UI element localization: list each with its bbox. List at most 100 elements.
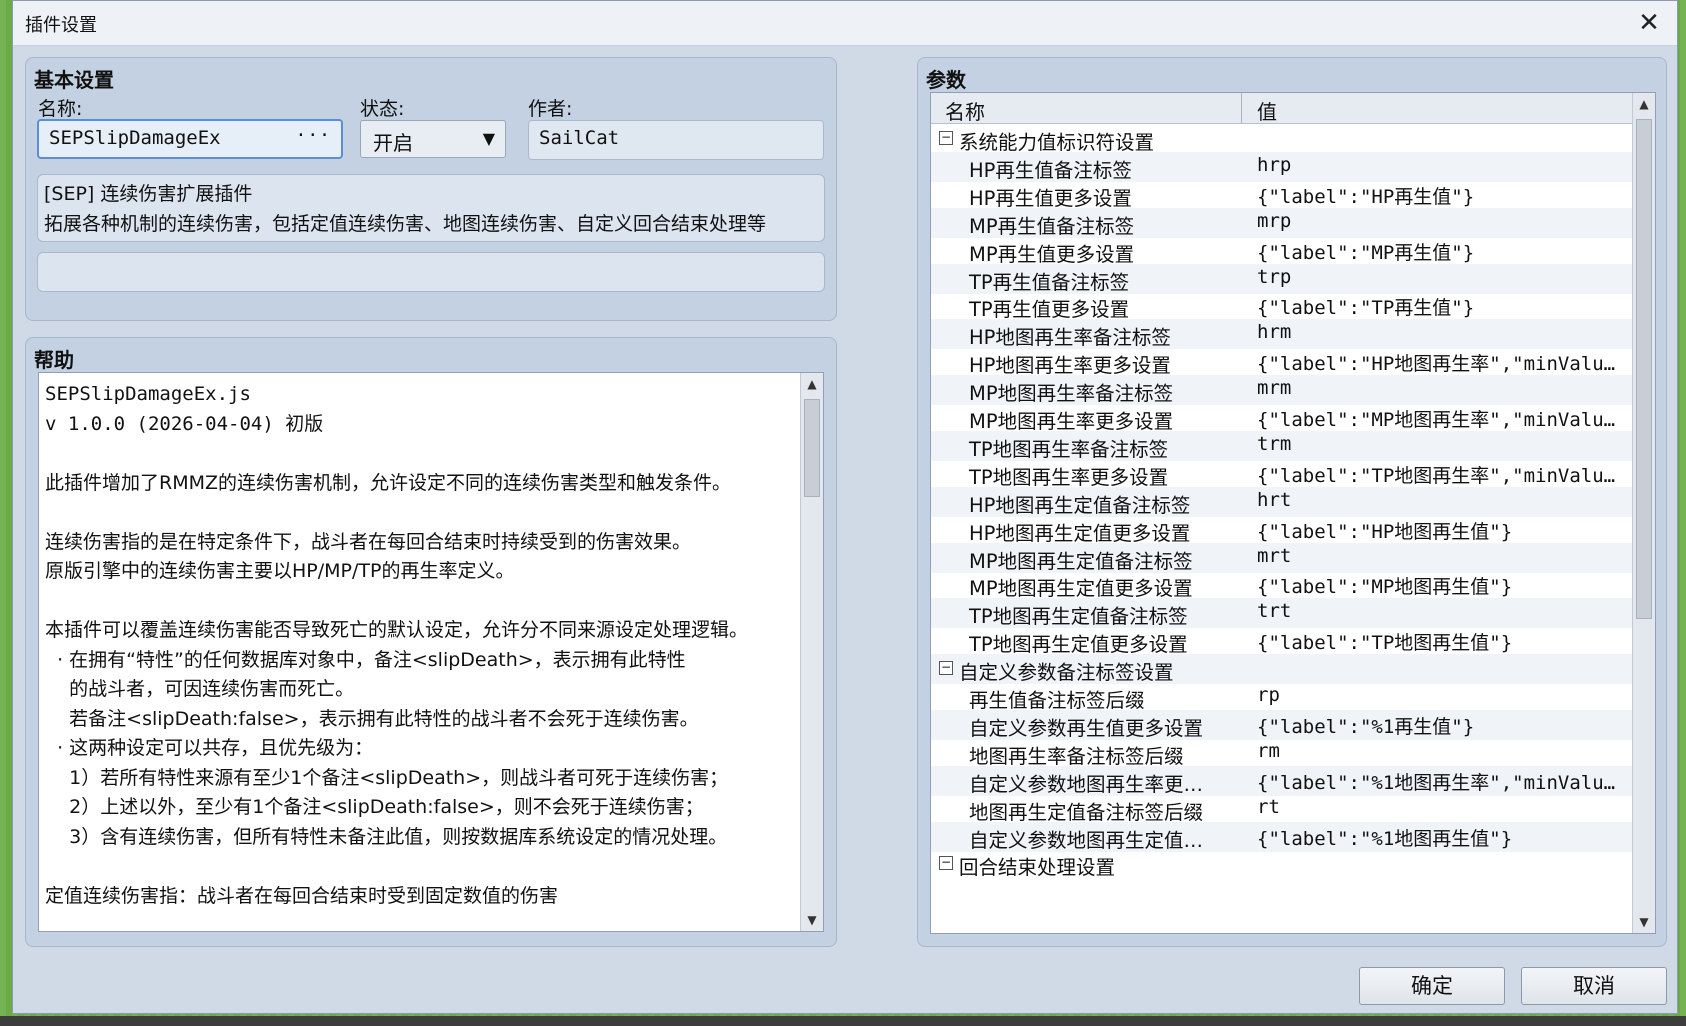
minus-icon[interactable]: − bbox=[939, 131, 953, 145]
name-more-button[interactable]: ··· bbox=[295, 125, 331, 146]
param-name: 地图再生率备注标签后缀 bbox=[969, 744, 1184, 768]
param-row[interactable]: 自定义参数再生值更多设置 {"label":"%1再生值"} bbox=[931, 709, 1634, 740]
param-name: 地图再生定值备注标签后缀 bbox=[969, 800, 1204, 824]
param-row[interactable]: HP地图再生定值更多设置 {"label":"HP地图再生值"} bbox=[931, 515, 1634, 545]
param-value: {"label":"TP地图再生率","minValu… bbox=[1257, 464, 1616, 487]
param-name: HP地图再生率备注标签 bbox=[969, 326, 1171, 350]
help-line bbox=[45, 851, 793, 881]
close-icon[interactable]: ✕ bbox=[1633, 7, 1665, 39]
param-row[interactable]: 地图再生定值备注标签后缀 rt bbox=[931, 794, 1634, 824]
param-group-row[interactable]: − 回合结束处理设置 bbox=[931, 849, 1634, 879]
param-name: 自定义参数地图再生率更… bbox=[969, 772, 1204, 796]
help-line bbox=[45, 438, 793, 468]
param-row[interactable]: HP地图再生率备注标签 hrm bbox=[931, 319, 1634, 350]
param-row[interactable]: HP再生值更多设置 {"label":"HP再生值"} bbox=[931, 180, 1634, 210]
help-scroll-thumb[interactable] bbox=[804, 399, 820, 497]
name-field[interactable]: SEPSlipDamageEx ··· bbox=[37, 119, 343, 159]
param-row[interactable]: MP地图再生率更多设置 {"label":"MP地图再生率","minValu… bbox=[931, 403, 1634, 433]
empty-field[interactable] bbox=[37, 252, 825, 292]
params-group: 参数 名称 值 − 系统能力值标识符设置 HP再生值备注标签 hrp HP再生值更多设置… bbox=[917, 57, 1667, 947]
param-row[interactable]: TP再生值备注标签 trp bbox=[931, 263, 1634, 294]
help-scrollbar[interactable]: ▲ ▼ bbox=[800, 373, 823, 931]
params-scroll-thumb[interactable] bbox=[1636, 119, 1652, 619]
param-value: hrm bbox=[1257, 321, 1292, 344]
param-name: TP再生值备注标签 bbox=[969, 270, 1130, 294]
param-row[interactable]: 地图再生率备注标签后缀 rm bbox=[931, 738, 1634, 768]
param-row[interactable]: MP地图再生率备注标签 mrm bbox=[931, 375, 1634, 406]
name-value: SEPSlipDamageEx bbox=[49, 127, 221, 149]
down-arrow-icon[interactable]: ▼ bbox=[1633, 911, 1655, 933]
status-label: 状态: bbox=[360, 98, 405, 120]
cancel-button[interactable]: 取消 bbox=[1521, 967, 1667, 1005]
status-select[interactable]: 开启 ▼ bbox=[360, 120, 506, 158]
param-row[interactable]: HP地图再生率更多设置 {"label":"HP地图再生率","minValu… bbox=[931, 347, 1634, 377]
param-row[interactable]: MP地图再生定值更多设置 {"label":"MP地图再生值"} bbox=[931, 570, 1634, 600]
help-line: 若备注<slipDeath:false>，表示拥有此特性的战斗者不会死于连续伤害… bbox=[45, 707, 699, 730]
help-text-area[interactable]: SEPSlipDamageEx.js v 1.0.0 (2026-04-04) 初… bbox=[38, 372, 824, 932]
minus-icon[interactable]: − bbox=[939, 661, 953, 676]
param-row[interactable]: MP再生值更多设置 {"label":"MP再生值"} bbox=[931, 236, 1634, 266]
param-row[interactable]: 自定义参数地图再生率更… {"label":"%1地图再生率","minValu… bbox=[931, 765, 1634, 796]
param-value: {"label":"MP地图再生值"} bbox=[1257, 576, 1513, 599]
param-name: TP地图再生定值更多设置 bbox=[969, 633, 1188, 657]
help-line bbox=[45, 586, 793, 616]
param-row[interactable]: 再生值备注标签后缀 rp bbox=[931, 682, 1634, 712]
param-row[interactable]: TP再生值更多设置 {"label":"TP再生值"} bbox=[931, 291, 1634, 321]
param-row[interactable]: TP地图再生率备注标签 trm bbox=[931, 430, 1634, 461]
param-value: trt bbox=[1257, 600, 1292, 623]
param-row[interactable]: TP地图再生率更多设置 {"label":"TP地图再生率","minValu… bbox=[931, 459, 1634, 489]
param-row[interactable]: HP再生值备注标签 hrp bbox=[931, 151, 1634, 182]
param-value: trm bbox=[1257, 432, 1292, 455]
param-name: TP地图再生率备注标签 bbox=[969, 437, 1169, 461]
column-divider[interactable] bbox=[1241, 93, 1242, 123]
param-value: {"label":"%1地图再生率","minValu… bbox=[1257, 771, 1616, 794]
column-header-value[interactable]: 值 bbox=[1257, 96, 1277, 125]
param-row[interactable]: MP再生值备注标签 mrp bbox=[931, 207, 1634, 238]
column-header-name[interactable]: 名称 bbox=[945, 96, 985, 125]
param-name: HP地图再生定值备注标签 bbox=[969, 493, 1191, 517]
title-bar: 插件设置 ✕ bbox=[13, 1, 1677, 46]
grid-header: 名称 值 bbox=[931, 93, 1634, 124]
param-name: MP地图再生定值备注标签 bbox=[969, 549, 1193, 573]
chevron-down-icon: ▼ bbox=[482, 129, 495, 148]
param-value: {"label":"%1地图再生值"} bbox=[1257, 827, 1513, 850]
help-line bbox=[45, 497, 793, 527]
help-group: 帮助 SEPSlipDamageEx.js v 1.0.0 (2026-04-04… bbox=[25, 337, 837, 947]
plugin-settings-dialog: 插件设置 ✕ 基本设置 名称: SEPSlipDamageEx ··· 状态: … bbox=[12, 0, 1678, 1014]
minus-icon[interactable]: − bbox=[939, 856, 953, 871]
name-label: 名称: bbox=[38, 98, 83, 120]
param-row[interactable]: TP地图再生定值更多设置 {"label":"TP地图再生值"} bbox=[931, 626, 1634, 656]
help-line: v 1.0.0 (2026-04-04) 初版 bbox=[45, 412, 324, 435]
param-name: 自定义参数备注标签设置 bbox=[959, 661, 1174, 685]
description-box: [SEP] 连续伤害扩展插件 拓展各种机制的连续伤害，包括定值连续伤害、地图连续… bbox=[37, 174, 825, 242]
param-row[interactable]: TP地图再生定值备注标签 trt bbox=[931, 598, 1634, 629]
param-value: {"label":"TP地图再生值"} bbox=[1257, 632, 1513, 655]
help-line: 2）上述以外，至少有1个备注<slipDeath:false>，则不会死于连续伤… bbox=[45, 796, 704, 818]
params-scrollbar[interactable]: ▲ ▼ bbox=[1632, 93, 1655, 933]
param-name: 回合结束处理设置 bbox=[959, 856, 1116, 880]
params-title: 参数 bbox=[926, 68, 966, 92]
param-value: {"label":"HP再生值"} bbox=[1257, 185, 1475, 208]
param-row[interactable]: MP地图再生定值备注标签 mrt bbox=[931, 542, 1634, 573]
param-name: HP地图再生定值更多设置 bbox=[969, 521, 1191, 545]
ok-button[interactable]: 确定 bbox=[1359, 967, 1505, 1005]
param-row[interactable]: HP地图再生定值备注标签 hrt bbox=[931, 486, 1634, 517]
help-line: · 这两种设定可以共存，且优先级为： bbox=[45, 737, 374, 759]
help-text: SEPSlipDamageEx.js v 1.0.0 (2026-04-04) 初… bbox=[45, 379, 793, 910]
author-field[interactable]: SailCat bbox=[528, 120, 824, 160]
up-arrow-icon[interactable]: ▲ bbox=[1633, 93, 1655, 115]
param-group-row[interactable]: − 自定义参数备注标签设置 bbox=[931, 654, 1634, 685]
up-arrow-icon[interactable]: ▲ bbox=[801, 373, 823, 395]
param-value: {"label":"HP地图再生率","minValu… bbox=[1257, 353, 1616, 376]
param-value: {"label":"MP再生值"} bbox=[1257, 241, 1475, 264]
basic-settings-group: 基本设置 名称: SEPSlipDamageEx ··· 状态: 开启 ▼ 作者… bbox=[25, 57, 837, 321]
param-name: 自定义参数再生值更多设置 bbox=[969, 716, 1204, 740]
param-value: hrp bbox=[1257, 153, 1292, 176]
param-value: rm bbox=[1257, 739, 1280, 762]
param-group-row[interactable]: − 系统能力值标识符设置 bbox=[931, 124, 1634, 154]
help-line: 的战斗者，可因连续伤害而死亡。 bbox=[45, 678, 355, 700]
param-name: TP再生值更多设置 bbox=[969, 298, 1130, 322]
param-value: hrt bbox=[1257, 488, 1292, 511]
param-row[interactable]: 自定义参数地图再生定值… {"label":"%1地图再生值"} bbox=[931, 821, 1634, 852]
down-arrow-icon[interactable]: ▼ bbox=[801, 909, 823, 931]
